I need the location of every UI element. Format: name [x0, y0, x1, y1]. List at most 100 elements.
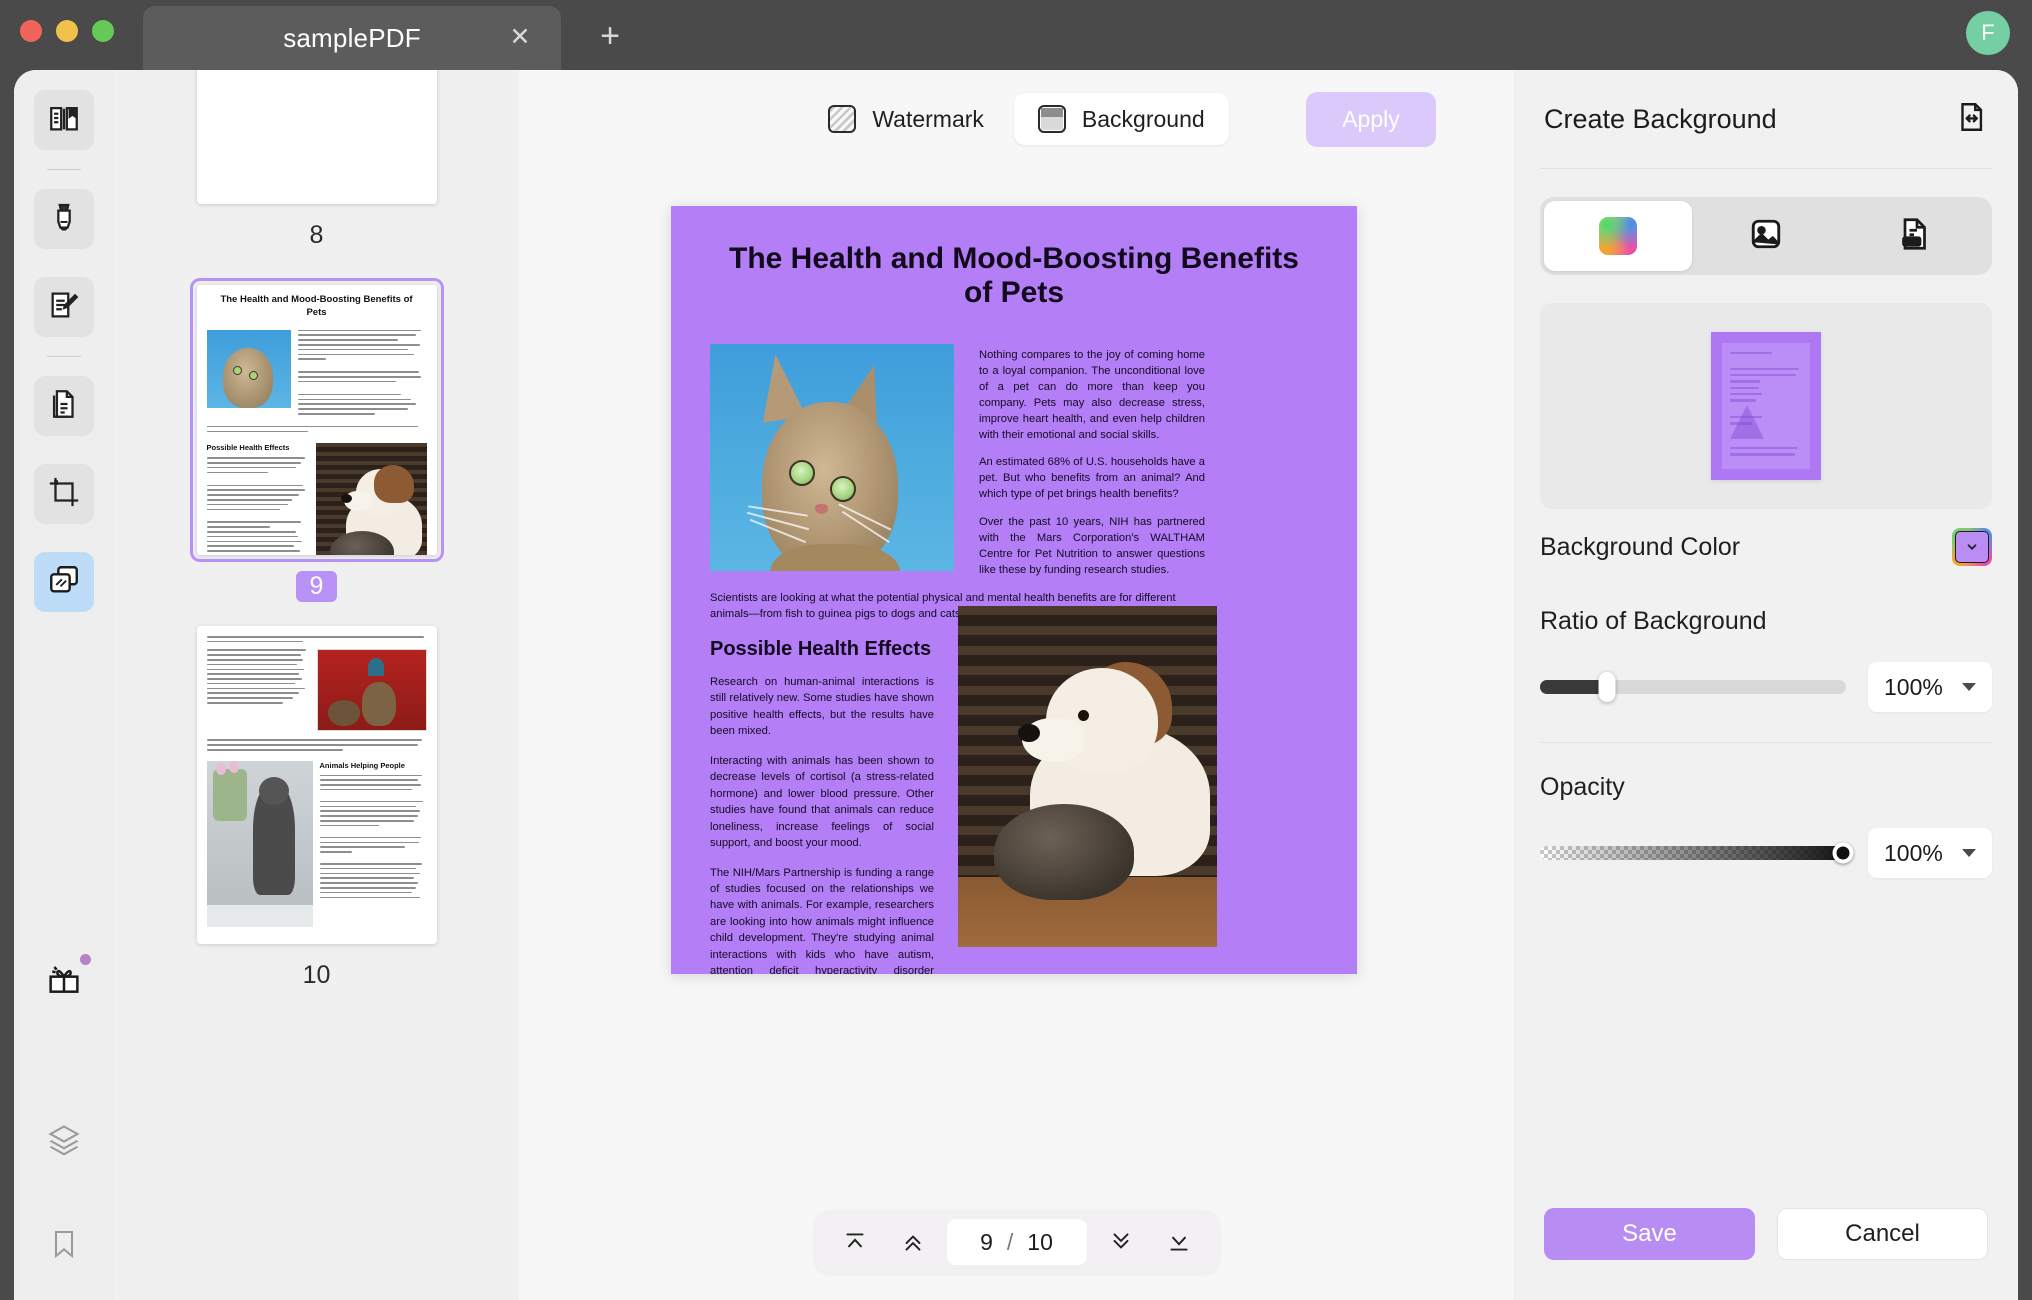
intro-column: Nothing compares to the joy of coming ho… [979, 348, 1205, 591]
sidebar-item-watermark-background[interactable] [34, 552, 94, 612]
new-tab-button[interactable]: + [595, 22, 625, 52]
chevron-down-icon [1962, 849, 1976, 857]
paragraph: Research on human-animal interactions is… [710, 674, 934, 740]
background-type-tabs [1540, 197, 1992, 275]
section-body: Research on human-animal interactions is… [710, 674, 934, 974]
sidebar-item-annotate[interactable] [34, 277, 94, 337]
tool-rail [14, 70, 114, 1300]
document-page[interactable]: The Health and Mood-Boosting Benefits of… [671, 206, 1357, 974]
thumbnail-text-lines [207, 649, 310, 731]
tab-file-background[interactable] [1840, 201, 1988, 271]
ratio-label: Ratio of Background [1540, 607, 1992, 636]
bookmark-icon [48, 1228, 80, 1265]
sidebar-item-gift[interactable] [34, 952, 94, 1012]
list-item[interactable]: Animals Helping People [114, 626, 519, 991]
avatar[interactable]: F [1966, 11, 2010, 55]
panel-actions: Save Cancel [1514, 1208, 2018, 1260]
thumbnail-number: 9 [296, 571, 338, 602]
thumbnail-page[interactable]: The Health and Mood-Boosting Benefits of… [197, 285, 437, 555]
thumbnail-render: Animals Helping People [197, 626, 437, 937]
page-number-input[interactable]: 9 / 10 [947, 1219, 1087, 1265]
ratio-value-select[interactable]: 100% [1868, 662, 1992, 712]
thumbnail-title: The Health and Mood-Boosting Benefits of… [197, 285, 437, 326]
gift-badge-dot [80, 954, 91, 965]
paragraph: An estimated 68% of U.S. households have… [979, 455, 1205, 503]
background-color-label: Background Color [1540, 533, 1740, 562]
background-color-row: Background Color [1540, 509, 1992, 585]
thumbnail-page[interactable] [197, 70, 437, 204]
thumbnail-number: 10 [289, 960, 345, 991]
cancel-button[interactable]: Cancel [1777, 1208, 1988, 1260]
tab-watermark-label: Watermark [872, 106, 984, 133]
close-window-button[interactable] [20, 20, 42, 42]
stack-icon [46, 1122, 82, 1163]
last-page-button[interactable] [1155, 1219, 1203, 1265]
thumbnail-panel[interactable]: 8 The Health and Mood-Boosting Benefits … [114, 70, 519, 1300]
list-item[interactable]: 8 [114, 70, 519, 251]
total-pages-value: 10 [1027, 1229, 1053, 1256]
sidebar-item-highlighter[interactable] [34, 189, 94, 249]
page-navigation: 9 / 10 [815, 1211, 1219, 1273]
tab-image-background[interactable] [1692, 201, 1840, 271]
page-separator: / [1007, 1229, 1013, 1256]
tab-background[interactable]: Background [1014, 93, 1229, 145]
ratio-slider-row: 100% [1540, 662, 1992, 712]
panel-title: Create Background [1544, 104, 1777, 135]
sidebar-item-bookmark[interactable] [34, 1216, 94, 1276]
tab-watermark[interactable]: Watermark [804, 93, 1008, 145]
dog-and-cat-photo [958, 606, 1217, 947]
list-item[interactable]: The Health and Mood-Boosting Benefits of… [114, 285, 519, 602]
book-open-icon [47, 101, 81, 140]
sidebar-item-crop-page[interactable] [34, 464, 94, 524]
panel-divider-2 [1540, 742, 1992, 743]
opacity-value: 100% [1884, 840, 1943, 867]
save-button[interactable]: Save [1544, 1208, 1755, 1260]
background-color-picker[interactable] [1952, 528, 1992, 566]
panel-divider [1540, 168, 1992, 169]
opacity-value-select[interactable]: 100% [1868, 828, 1992, 878]
document-viewer: Watermark Background Apply The Health an… [519, 70, 1514, 1300]
maximize-window-button[interactable] [92, 20, 114, 42]
rail-divider-1 [47, 169, 81, 170]
chevron-down-icon [1962, 683, 1976, 691]
next-page-button[interactable] [1097, 1219, 1145, 1265]
sidebar-item-layers[interactable] [34, 1112, 94, 1172]
apply-button[interactable]: Apply [1306, 92, 1436, 147]
minimize-window-button[interactable] [56, 20, 78, 42]
gift-icon [44, 960, 84, 1005]
current-page-value: 9 [980, 1229, 993, 1256]
file-pdf-icon [1896, 216, 1932, 257]
preview-page-inner [1722, 343, 1810, 469]
image-icon [1748, 216, 1784, 257]
traffic-lights [20, 20, 114, 42]
paragraph: Nothing compares to the joy of coming ho… [979, 348, 1205, 443]
app-window: 8 The Health and Mood-Boosting Benefits … [14, 70, 2018, 1300]
ratio-slider[interactable] [1540, 680, 1846, 694]
close-icon[interactable]: ✕ [507, 25, 533, 51]
document-tab[interactable]: samplePDF ✕ [143, 6, 561, 70]
background-preview [1540, 303, 1992, 509]
color-swatch-inner [1955, 531, 1989, 563]
first-page-button[interactable] [831, 1219, 879, 1265]
background-icon [1038, 105, 1066, 133]
opacity-slider-row: 100% [1540, 828, 1992, 878]
thumbnail-text-lines [207, 739, 427, 750]
sidebar-item-reader-view[interactable] [34, 90, 94, 150]
previous-page-button[interactable] [889, 1219, 937, 1265]
thumbnail-number: 8 [296, 220, 338, 251]
sidebar-item-organize-pages[interactable] [34, 376, 94, 436]
thumbnail-page[interactable]: Animals Helping People [197, 626, 437, 944]
tab-color-background[interactable] [1544, 201, 1692, 271]
page-width-icon[interactable] [1954, 100, 1988, 134]
thumbnail-subheading: Animals Helping People [320, 761, 427, 770]
thumbnail-text-lines [320, 775, 427, 899]
watermark-icon [828, 105, 856, 133]
color-gradient-icon [1599, 217, 1637, 255]
thumbnail-text-lines [207, 636, 427, 642]
note-edit-icon [47, 288, 81, 327]
thumbnail-text-lines [298, 330, 427, 418]
layers-stamp-icon [47, 563, 81, 602]
thumbnail-text-lines [207, 457, 309, 555]
opacity-slider[interactable] [1540, 846, 1846, 860]
rail-divider-2 [47, 356, 81, 357]
